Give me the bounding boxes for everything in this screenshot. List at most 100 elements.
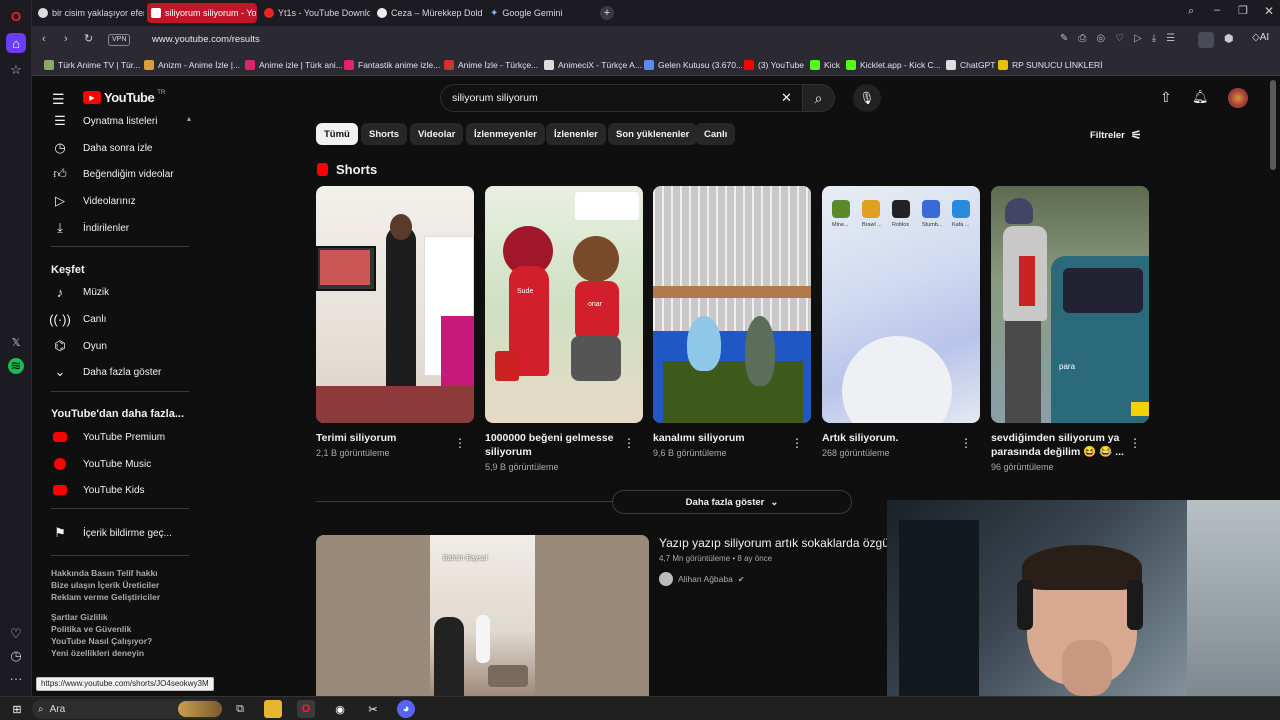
- search-box[interactable]: siliyorum siliyorum ✕: [440, 84, 803, 112]
- bookmark-item[interactable]: Anime izle | Türk ani...: [245, 58, 343, 72]
- more-options-icon[interactable]: ⋮: [454, 436, 466, 450]
- avatar[interactable]: [1228, 88, 1248, 108]
- more-options-icon[interactable]: ⋮: [960, 436, 972, 450]
- short-title[interactable]: kanalımı siliyorum: [653, 431, 793, 445]
- chip-all[interactable]: Tümü: [316, 123, 358, 145]
- scroll-up-icon[interactable]: ▴: [187, 114, 191, 123]
- short-item[interactable]: Mine... Brawl ... Roblox Stumb... Kafa ... A…: [822, 186, 980, 458]
- history-icon[interactable]: ◷: [6, 646, 26, 666]
- chip-watched[interactable]: İzlenenler: [546, 123, 606, 145]
- chip-recently-uploaded[interactable]: Son yüklenenler: [608, 123, 698, 145]
- bookmark-item[interactable]: Gelen Kutusu (3.670...: [644, 58, 743, 72]
- chip-shorts[interactable]: Shorts: [361, 123, 408, 145]
- more-options-icon[interactable]: ⋮: [1129, 436, 1141, 450]
- bookmark-item[interactable]: Anime İzle - Türkçe...: [444, 58, 538, 72]
- search-tabs-icon[interactable]: ⌕: [1188, 5, 1194, 18]
- more-options-icon[interactable]: ⋮: [791, 436, 803, 450]
- profile-icon[interactable]: [1198, 32, 1214, 48]
- bookmark-item[interactable]: ChatGPT: [946, 58, 995, 72]
- forward-icon[interactable]: ›: [64, 33, 68, 45]
- tab-1[interactable]: bir cisim yaklaşıyor efendi: [34, 3, 144, 23]
- filters-button[interactable]: Filtreler ⚟: [1090, 128, 1142, 142]
- guide-item-playlists[interactable]: ☰ Oynatma listeleri: [33, 108, 193, 134]
- short-thumbnail[interactable]: Mine... Brawl ... Roblox Stumb... Kafa ...: [822, 186, 980, 423]
- scrollbar-thumb[interactable]: [1270, 80, 1276, 170]
- short-item[interactable]: Sude onar 1000000 beğeni gelmesse siliyo…: [485, 186, 643, 472]
- short-title[interactable]: 1000000 beğeni gelmesse siliyorum: [485, 431, 625, 459]
- url-field[interactable]: www.youtube.com/results: [152, 34, 260, 45]
- discord-icon[interactable]: ◕: [397, 700, 415, 718]
- guide-item-music-app[interactable]: YouTube Music: [33, 451, 193, 477]
- youtube-logo[interactable]: ▶ YouTube TR: [83, 90, 165, 105]
- bookmark-item[interactable]: Türk Anime TV | Tür...: [44, 58, 140, 72]
- guide-item-gaming[interactable]: ⌬ Oyun: [33, 333, 193, 359]
- video-thumbnail[interactable]: Bahsin Baysal: [316, 535, 649, 696]
- guide-item-liked[interactable]: 👍︎ Beğendiğim videolar: [33, 161, 193, 187]
- x-twitter-icon[interactable]: 𝕏: [6, 332, 26, 352]
- close-window-button[interactable]: ✕: [1264, 4, 1274, 18]
- clear-search-icon[interactable]: ✕: [781, 90, 792, 106]
- guide-item-premium[interactable]: YouTube Premium: [33, 424, 193, 450]
- chip-videos[interactable]: Videolar: [410, 123, 464, 145]
- notifications-bell-icon[interactable]: 🔔︎: [1192, 89, 1209, 105]
- channel-name[interactable]: Alihan Ağbaba: [678, 574, 733, 584]
- guide-item-watch-later[interactable]: ◷ Daha sonra izle: [33, 135, 193, 161]
- aria-ai-button[interactable]: ◇AI: [1252, 32, 1269, 43]
- footer-links[interactable]: YouTube Nasıl Çalışıyor?: [51, 636, 152, 646]
- windows-start-icon[interactable]: ⊞: [8, 700, 26, 718]
- bookmark-item[interactable]: RP SUNUCU LİNKLERİ: [998, 58, 1103, 72]
- search-input[interactable]: siliyorum siliyorum: [452, 92, 538, 104]
- search-button[interactable]: ⌕: [803, 84, 835, 112]
- task-view-icon[interactable]: ⧉: [231, 700, 249, 718]
- obs-icon[interactable]: ◉: [331, 700, 349, 718]
- taskbar-search[interactable]: ⌕ Ara: [32, 699, 222, 719]
- footer-links[interactable]: Reklam verme Geliştiriciler: [51, 592, 160, 602]
- short-item[interactable]: Terimi siliyorum 2,1 B görüntüleme ⋮: [316, 186, 474, 458]
- short-title[interactable]: sevdiğimden siliyorum ya parasında değil…: [991, 431, 1131, 459]
- more-options-icon[interactable]: ⋮: [623, 436, 635, 450]
- short-title[interactable]: Artık siliyorum.: [822, 431, 962, 445]
- chip-unwatched[interactable]: İzlenmeyenler: [466, 123, 545, 145]
- extensions-icon[interactable]: ⬢: [1224, 32, 1234, 45]
- tab-3[interactable]: Yt1s - YouTube Download: [260, 3, 370, 23]
- heart-icon[interactable]: ♡: [6, 624, 26, 644]
- guide-item-live[interactable]: ((·)) Canlı: [33, 306, 193, 332]
- opera-logo-icon[interactable]: O: [6, 6, 26, 26]
- footer-links[interactable]: Şartlar Gizlilik: [51, 612, 108, 622]
- short-thumbnail[interactable]: [316, 186, 474, 423]
- tab-5[interactable]: ✦ Google Gemini: [486, 3, 596, 23]
- footer-links[interactable]: Politika ve Güvenlik: [51, 624, 131, 634]
- star-icon[interactable]: ☆: [6, 60, 26, 80]
- bookmark-item[interactable]: AnimeciX - Türkçe A...: [544, 58, 642, 72]
- guide-item-downloads[interactable]: ⤓ İndirilenler: [33, 215, 193, 241]
- tab-4[interactable]: Ceza – Mürekkep Doldurd: [373, 3, 483, 23]
- guide-item-report-history[interactable]: ⚑ İçerik bildirme geç...: [33, 520, 193, 546]
- back-icon[interactable]: ‹: [42, 33, 46, 45]
- short-title[interactable]: Terimi siliyorum: [316, 431, 456, 445]
- home-icon[interactable]: ⌂: [6, 33, 26, 53]
- spotify-icon[interactable]: ≋: [8, 358, 24, 374]
- address-bar-actions[interactable]: ✎⎙◎♡▷⤓☰: [1060, 33, 1185, 44]
- footer-links[interactable]: Hakkında Basın Telif hakkı: [51, 568, 158, 578]
- bookmark-item[interactable]: (3) YouTube: [744, 58, 804, 72]
- short-thumbnail[interactable]: [653, 186, 811, 423]
- video-channel[interactable]: Alihan Ağbaba ✔: [659, 572, 745, 586]
- maximize-button[interactable]: ❐: [1238, 4, 1248, 17]
- guide-item-kids[interactable]: YouTube Kids: [33, 477, 193, 503]
- bookmark-item[interactable]: Kicklet.app - Kick C...: [846, 58, 941, 72]
- show-more-shorts-button[interactable]: Daha fazla göster ⌄: [612, 490, 852, 514]
- reload-icon[interactable]: ↻: [84, 32, 93, 45]
- footer-links[interactable]: Bize ulaşın İçerik Üreticiler: [51, 580, 159, 590]
- guide-item-your-videos[interactable]: ▷ Videolarınız: [33, 188, 193, 214]
- short-thumbnail[interactable]: Sude onar: [485, 186, 643, 423]
- menu-icon[interactable]: ☰: [52, 91, 65, 108]
- voice-search-button[interactable]: 🎙︎: [853, 84, 881, 112]
- vpn-badge[interactable]: VPN: [108, 34, 131, 46]
- bookmark-item[interactable]: Anizm - Anime İzle |...: [144, 58, 240, 72]
- bookmark-item[interactable]: Fantastik anime izle...: [344, 58, 440, 72]
- channel-avatar[interactable]: [659, 572, 673, 586]
- create-upload-icon[interactable]: ⇧: [1160, 89, 1172, 106]
- guide-item-music[interactable]: ♪ Müzik: [33, 279, 193, 305]
- minimize-button[interactable]: –: [1214, 4, 1220, 16]
- short-item[interactable]: kanalımı siliyorum 9,6 B görüntüleme ⋮: [653, 186, 811, 458]
